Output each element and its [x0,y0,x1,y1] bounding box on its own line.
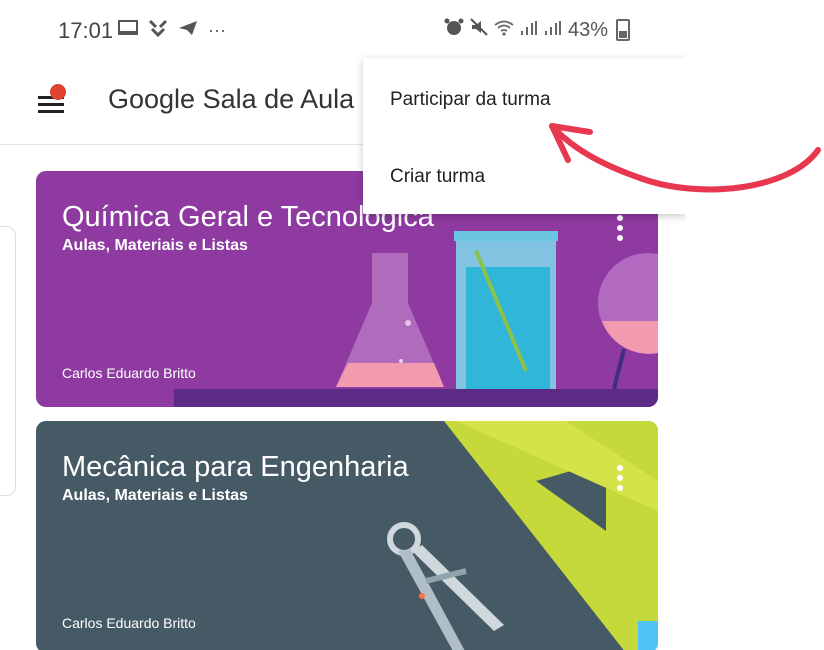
status-icons-right: 43% [444,18,631,42]
class-subtitle: Aulas, Materiais e Listas [62,487,248,504]
class-subtitle: Aulas, Materiais e Listas [62,237,248,254]
left-panel-edge [0,226,16,496]
classroom-screen: 17:01 ··· 43% Google Sala de Aula Químic… [0,0,686,650]
menu-icon[interactable] [38,84,68,114]
notification-dot-icon [50,84,66,100]
more-options-icon[interactable] [615,465,625,501]
menu-item-create-class[interactable]: Criar turma [363,147,686,207]
app-title: Google Sala de Aula [108,84,355,114]
class-card[interactable]: Mecânica para Engenharia Aulas, Materiai… [36,421,658,650]
status-time: 17:01 [58,18,114,43]
more-options-icon[interactable] [615,215,625,251]
battery-icon [616,19,631,41]
class-title[interactable]: Mecânica para Engenharia [62,451,409,484]
add-class-menu: Participar da turma Criar turma [363,58,686,214]
wifi-icon [494,19,514,42]
mute-icon [470,18,488,42]
signal-icon [544,19,562,42]
cast-icon [118,20,138,41]
class-teacher: Carlos Eduardo Britto [62,365,196,381]
status-bar: 17:01 ··· 43% [0,0,686,62]
class-teacher: Carlos Eduardo Britto [62,615,196,631]
more-notifications-icon: ··· [208,20,226,40]
status-icons-left: ··· [118,19,226,42]
notification-icon [148,19,168,42]
menu-item-join-class[interactable]: Participar da turma [363,70,686,130]
signal-icon [520,19,538,42]
battery-level: 43% [568,18,609,41]
alarm-icon [444,18,464,42]
telegram-icon [178,20,198,41]
